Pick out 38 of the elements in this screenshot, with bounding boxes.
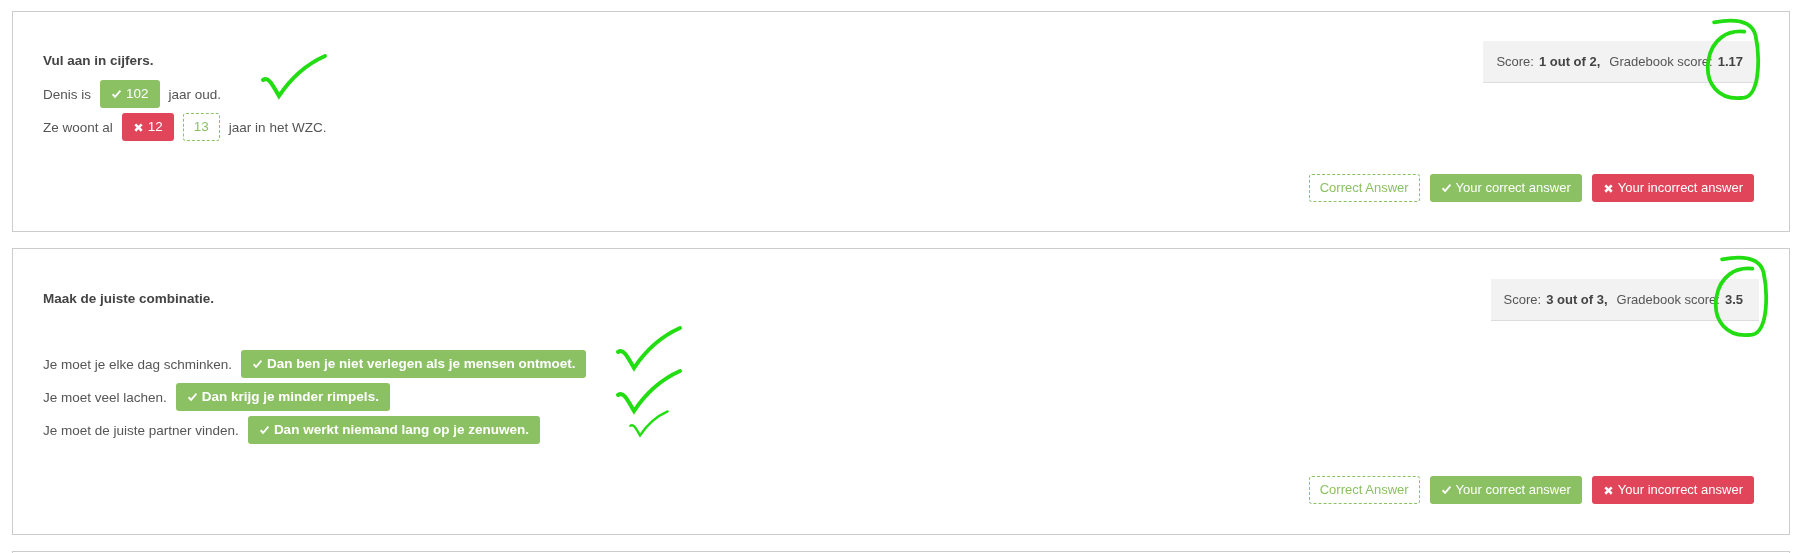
check-icon <box>252 358 264 370</box>
sentence-text: Je moet veel lachen. <box>43 389 167 405</box>
score-value: 1 out of 2, <box>1538 54 1601 69</box>
answer-chip: Dan krijg je minder rimpels. <box>175 383 390 411</box>
legend-chip: Your correct answer <box>1429 174 1582 202</box>
question-title: Vul aan in cijfers. <box>43 53 155 68</box>
check-mark-drawing <box>258 52 330 102</box>
answer-chip: Dan ben je niet verlegen als je mensen ontmoet. <box>241 350 587 378</box>
legend-chip: Correct Answer <box>1308 174 1420 202</box>
legend-chip: Correct Answer <box>1308 476 1420 504</box>
answer-chip: 12 <box>121 113 174 141</box>
gradebook-value: 1.17 <box>1717 54 1743 69</box>
score-label: Score: <box>1503 292 1542 307</box>
sentence-text: Ze woont al <box>43 119 113 135</box>
sentence-text: Denis is <box>43 86 91 102</box>
check-icon <box>1440 484 1452 496</box>
legend-chip: Your incorrect answer <box>1591 476 1754 504</box>
check-mark-drawing <box>613 324 685 374</box>
answer-chip: 102 <box>100 80 160 108</box>
close-icon <box>1602 484 1614 496</box>
legend-chip: Your correct answer <box>1429 476 1582 504</box>
close-icon <box>132 121 144 133</box>
question-title: Maak de juiste combinatie. <box>43 291 216 306</box>
score-value: 3 out of 3, <box>1546 292 1608 307</box>
sentence-text: jaar oud. <box>168 86 222 102</box>
check-icon <box>1440 182 1452 194</box>
check-icon <box>258 424 270 436</box>
answer-chip: 13 <box>182 113 220 141</box>
score-label: Score: <box>1496 54 1534 69</box>
sentence-text: Je moet je elke dag schminken. <box>43 356 233 372</box>
legend-chip: Your incorrect answer <box>1591 174 1754 202</box>
answer-chip: Dan werkt niemand lang op je zenuwen. <box>247 416 540 444</box>
close-icon <box>1602 182 1614 194</box>
sentence-text: jaar in het WZC. <box>228 119 327 135</box>
sentence-text: Je moet de juiste partner vinden. <box>43 422 239 438</box>
check-icon <box>111 88 122 100</box>
gradebook-value: 3.5 <box>1724 292 1743 307</box>
check-icon <box>186 391 198 403</box>
